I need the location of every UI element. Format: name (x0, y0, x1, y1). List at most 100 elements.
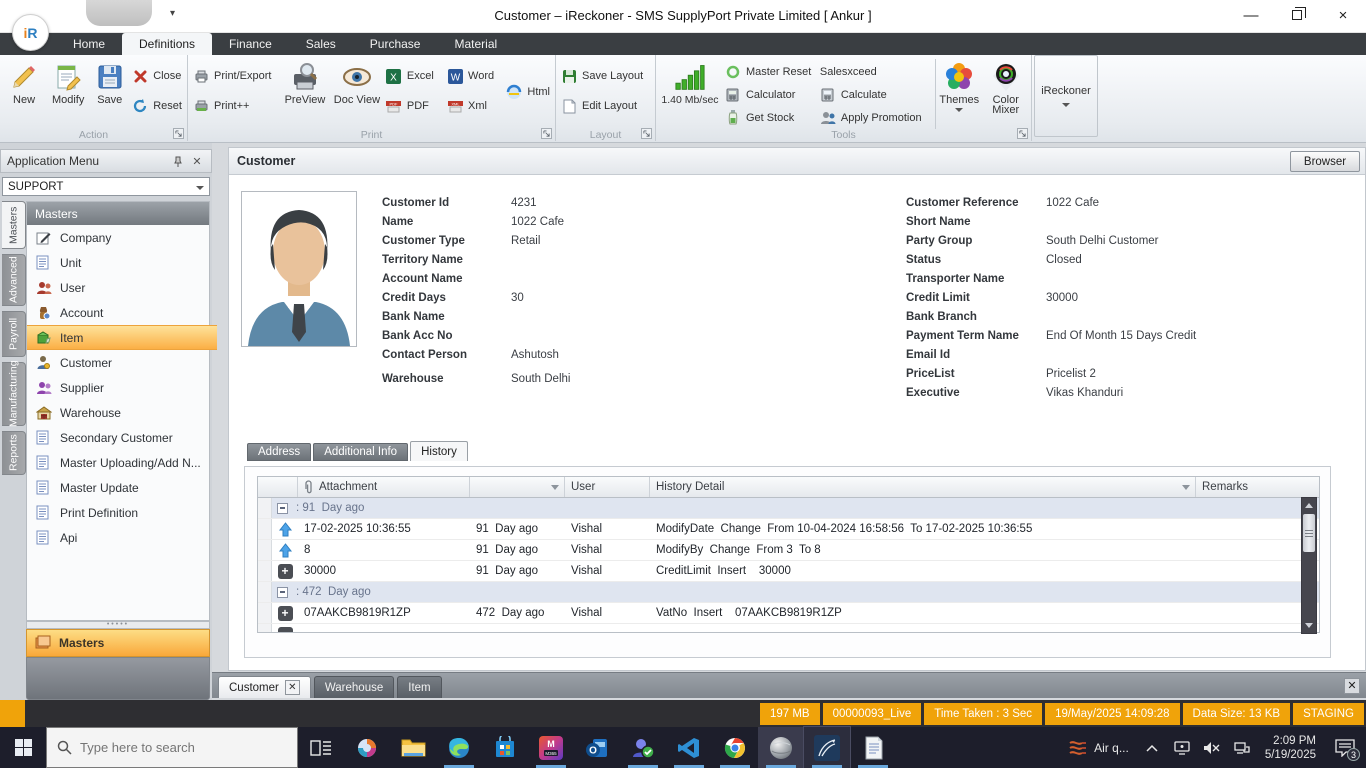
file-explorer-icon[interactable] (390, 727, 436, 768)
vertical-tab-masters[interactable]: Masters (2, 201, 26, 249)
sidebar-item-unit[interactable]: Unit (27, 250, 209, 275)
filter-icon[interactable] (551, 485, 559, 490)
get-stock-button[interactable]: Get Stock (722, 108, 817, 127)
sidebar-item-api[interactable]: Api (27, 525, 209, 550)
doc-tab-item[interactable]: Item (397, 676, 441, 698)
chrome-icon[interactable] (712, 727, 758, 768)
salesxceed-button[interactable]: Salesxceed (817, 63, 935, 82)
minimize-button[interactable]: — (1228, 0, 1274, 30)
close-button[interactable]: × (1320, 0, 1366, 30)
grid-header-remarks[interactable]: Remarks (1196, 477, 1305, 497)
save-layout-button[interactable]: Save Layout (558, 66, 646, 86)
ribbon-tab-sales[interactable]: Sales (289, 33, 353, 55)
collapse-icon[interactable] (277, 503, 288, 514)
edge-icon[interactable] (436, 727, 482, 768)
taskbar-clock[interactable]: 2:09 PM 5/19/2025 (1257, 734, 1324, 762)
scroll-up-arrow[interactable] (1302, 498, 1316, 513)
sidebar-item-customer[interactable]: Customer (27, 350, 209, 375)
doc-tab-warehouse[interactable]: Warehouse (314, 676, 394, 698)
vscode-icon[interactable] (666, 727, 712, 768)
grid-row[interactable]: + 30000 91 Day ago Vishal CreditLimit In… (258, 561, 1319, 582)
grid-row[interactable]: + 07AAKCB9819R1ZP 472 Day ago Vishal Vat… (258, 603, 1319, 624)
sidebar-item-warehouse[interactable]: Warehouse (27, 400, 209, 425)
modify-button[interactable]: Modify (46, 57, 90, 127)
network-speed-button[interactable]: 1.40 Mb/sec (658, 57, 722, 127)
tray-expand-icon[interactable] (1137, 727, 1167, 768)
collapse-icon[interactable] (277, 587, 288, 598)
color-mixer-button[interactable]: Color Mixer (983, 57, 1030, 127)
tab-additional-info[interactable]: Additional Info (313, 443, 408, 461)
doc-tab-customer[interactable]: Customer ✕ (218, 676, 311, 698)
restore-button[interactable] (1274, 0, 1320, 30)
edit-layout-button[interactable]: Edit Layout (558, 96, 646, 116)
tab-address[interactable]: Address (247, 443, 311, 461)
export-html-button[interactable]: Html (503, 82, 553, 102)
microsoft-store-icon[interactable] (482, 727, 528, 768)
action-dialog-launcher[interactable] (173, 128, 184, 139)
filter-icon[interactable] (1182, 485, 1190, 490)
grid-header-age[interactable] (470, 477, 565, 497)
export-pdf-button[interactable]: PDF PDF (383, 96, 444, 116)
close-all-tabs-button[interactable]: ✕ (1344, 678, 1360, 694)
grid-group-row[interactable]: : 472 Day ago (258, 582, 1319, 603)
new-button[interactable]: New (2, 57, 46, 127)
scroll-down-arrow[interactable] (1302, 618, 1316, 633)
ireckoner-menu-button[interactable]: iReckoner (1034, 55, 1098, 137)
vertical-tab-manufacturing[interactable]: Manufacturing (2, 362, 26, 426)
ribbon-tab-material[interactable]: Material (437, 33, 514, 55)
close-record-button[interactable]: Close (129, 66, 185, 86)
vertical-tab-payroll[interactable]: Payroll (2, 311, 26, 357)
sidebar-item-item[interactable]: Item (27, 325, 217, 350)
ireckoner-app-icon[interactable] (758, 727, 804, 768)
grid-row[interactable]: 17-02-2025 10:36:55 91 Day ago Vishal Mo… (258, 519, 1319, 540)
doc-view-button[interactable]: Doc View (331, 57, 383, 127)
air-quality-widget[interactable]: Air q... (1060, 739, 1137, 757)
themes-button[interactable]: Themes (936, 57, 983, 127)
profile-dropdown[interactable]: SUPPORT (2, 177, 210, 196)
grid-header-attachment[interactable]: Attachment (298, 477, 470, 497)
sidebar-item-company[interactable]: Company (27, 225, 209, 250)
browser-button[interactable]: Browser (1290, 151, 1360, 172)
scrollbar-thumb[interactable] (1303, 514, 1315, 552)
vertical-tab-advanced[interactable]: Advanced (2, 254, 26, 306)
sidebar-item-master-uploading[interactable]: Master Uploading/Add N... (27, 450, 209, 475)
preview-button[interactable]: PreView (279, 57, 331, 127)
m365-icon[interactable]: MM365 (528, 727, 574, 768)
grid-header-history-detail[interactable]: History Detail (650, 477, 1196, 497)
volume-muted-icon[interactable] (1197, 727, 1227, 768)
apply-promotion-button[interactable]: Apply Promotion (817, 108, 935, 127)
grid-vertical-scrollbar[interactable] (1301, 497, 1317, 634)
notepad-icon[interactable] (850, 727, 896, 768)
sidebar-item-master-update[interactable]: Master Update (27, 475, 209, 500)
taskbar-search[interactable] (46, 727, 298, 768)
copilot-icon[interactable] (344, 727, 390, 768)
layout-dialog-launcher[interactable] (641, 128, 652, 139)
ribbon-tab-home[interactable]: Home (56, 33, 122, 55)
master-reset-button[interactable]: Master Reset (722, 63, 817, 82)
reset-button[interactable]: Reset (129, 96, 185, 116)
grid-header-user[interactable]: User (565, 477, 650, 497)
ribbon-tab-definitions[interactable]: Definitions (122, 33, 212, 55)
sidebar-item-user[interactable]: User (27, 275, 209, 300)
network-icon[interactable] (1227, 727, 1257, 768)
sidebar-item-supplier[interactable]: Supplier (27, 375, 209, 400)
print-plus-button[interactable]: Print++ (190, 96, 279, 116)
search-input[interactable] (80, 740, 270, 755)
outlook-icon[interactable]: O (574, 727, 620, 768)
ribbon-tab-finance[interactable]: Finance (212, 33, 289, 55)
tools-dialog-launcher[interactable] (1017, 128, 1028, 139)
notification-center-button[interactable]: 3 (1324, 727, 1366, 768)
export-word-button[interactable]: W Word (444, 66, 503, 86)
masters-bottom-button[interactable]: Masters (26, 629, 210, 657)
grid-row[interactable]: 8 91 Day ago Vishal ModifyBy Change From… (258, 540, 1319, 561)
calculate-button[interactable]: Calculate (817, 86, 935, 105)
start-button[interactable] (0, 727, 46, 768)
sidebar-item-account[interactable]: Account (27, 300, 209, 325)
vertical-tab-reports[interactable]: Reports (2, 431, 26, 475)
print-dialog-launcher[interactable] (541, 128, 552, 139)
save-button[interactable]: Save (90, 57, 129, 127)
ribbon-tab-purchase[interactable]: Purchase (353, 33, 438, 55)
screen-cast-icon[interactable] (1167, 727, 1197, 768)
close-tab-icon[interactable]: ✕ (285, 680, 300, 695)
tab-history[interactable]: History (410, 441, 468, 461)
